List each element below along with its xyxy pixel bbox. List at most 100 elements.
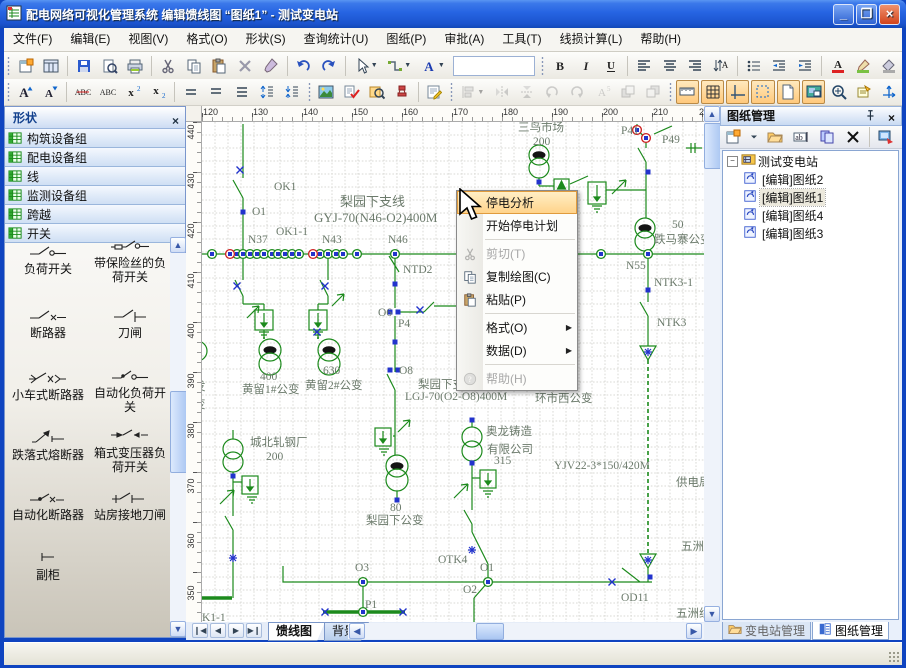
context-menu-item-8[interactable]: 格式(O)▶ <box>457 316 577 339</box>
ruler-toggle-icon[interactable] <box>676 80 699 104</box>
context-menu-item-6[interactable]: 粘贴(P) <box>457 288 577 311</box>
shape-group-5[interactable]: 跨越 <box>5 205 185 224</box>
stencil-item-drop-fuse[interactable]: 跌落式熔断器 <box>9 429 87 462</box>
stencil-item-trolley-breaker[interactable]: 小车式断路器 <box>9 369 87 402</box>
superscript-icon[interactable]: x2 <box>122 80 145 104</box>
open-folder-icon[interactable] <box>763 125 787 149</box>
stencil-item-box-transformer-switch[interactable]: 箱式变压器负荷开关 <box>91 427 169 474</box>
find-drawing-icon[interactable] <box>365 80 388 104</box>
redo-icon[interactable] <box>317 54 341 78</box>
connector-tool-icon[interactable]: ▼ <box>384 54 416 78</box>
align-left-icon[interactable] <box>632 54 656 78</box>
align-shapes-icon[interactable]: ▼ <box>457 80 488 104</box>
substation-view-icon[interactable] <box>874 125 898 149</box>
restore-button[interactable]: ❐ <box>856 4 877 25</box>
rotate-text-icon[interactable]: A5 <box>591 80 614 104</box>
menu-item-9[interactable]: 工具(T) <box>493 29 550 50</box>
stencil-item-auto-breaker[interactable]: 自动化断路器 <box>9 489 87 522</box>
paste-icon[interactable] <box>208 54 232 78</box>
format-painter-icon[interactable] <box>259 54 283 78</box>
menu-item-8[interactable]: 审批(A) <box>435 29 493 50</box>
line-color-icon[interactable] <box>852 54 876 78</box>
toolbar-grip[interactable] <box>7 82 10 102</box>
rotate-right-icon[interactable] <box>566 80 589 104</box>
flip-horizontal-icon[interactable] <box>490 80 513 104</box>
save-icon[interactable] <box>72 54 96 78</box>
font-combo[interactable] <box>453 56 536 76</box>
menu-item-4[interactable]: 格式(O) <box>177 29 236 50</box>
bullets-icon[interactable] <box>742 54 766 78</box>
title-bar[interactable]: 配电网络可视化管理系统 编辑馈线图 “图纸1” - 测试变电站 _ ❐ × <box>0 0 906 28</box>
scroll-left-icon[interactable]: ◀ <box>349 623 365 639</box>
approve-check-icon[interactable] <box>340 80 363 104</box>
italic-icon[interactable]: I <box>574 54 598 78</box>
print-icon[interactable] <box>124 54 148 78</box>
context-menu-item-5[interactable]: 复制绘图(C) <box>457 265 577 288</box>
feeder-diagram[interactable]: 三鸟市场200P41P49OK1O1OK1-1N37N43N46NTD2梨园下支… <box>202 122 704 622</box>
scroll-down-icon[interactable]: ▼ <box>170 621 186 637</box>
marquee-toggle-icon[interactable] <box>751 80 774 104</box>
delete-icon[interactable] <box>233 54 257 78</box>
stencil-item-fused-load-switch[interactable]: 带保险丝的负荷开关 <box>91 237 169 284</box>
abc-icon[interactable]: ABC <box>97 80 120 104</box>
undo-icon[interactable] <box>292 54 316 78</box>
overview-toggle-icon[interactable] <box>802 80 825 104</box>
tree-item-drawing-1[interactable]: [编辑]图纸2 <box>723 171 898 187</box>
menu-item-1[interactable]: 文件(F) <box>4 29 61 50</box>
shape-group-3[interactable]: 线 <box>5 167 185 186</box>
grid-toggle-icon[interactable] <box>701 80 724 104</box>
stencil-item-station-ground-knife[interactable]: 站房接地刀闸 <box>91 489 169 522</box>
underline-icon[interactable]: U <box>600 54 624 78</box>
line-spacing1-icon[interactable] <box>179 80 202 104</box>
bring-forward-icon[interactable] <box>616 80 639 104</box>
pointer-tool-icon[interactable]: ▼ <box>350 54 382 78</box>
menu-item-7[interactable]: 图纸(P) <box>377 29 435 50</box>
menu-item-3[interactable]: 视图(V) <box>119 29 177 50</box>
tree-item-drawing-4[interactable]: [编辑]图纸3 <box>723 225 898 241</box>
minimize-button[interactable]: _ <box>833 4 854 25</box>
font-color-icon[interactable]: A <box>826 54 850 78</box>
toolbar-grip[interactable] <box>450 82 453 102</box>
line-spacing2-icon[interactable] <box>205 80 228 104</box>
menu-item-2[interactable]: 编辑(E) <box>61 29 119 50</box>
increase-indent-icon[interactable] <box>793 54 817 78</box>
decrease-indent-icon[interactable] <box>768 54 792 78</box>
space-above-icon[interactable] <box>255 80 278 104</box>
panel-tab-substation-manage[interactable]: 变电站管理 <box>722 622 811 640</box>
edit-note-icon[interactable] <box>423 80 446 104</box>
stencil-item-aux-cabinet[interactable]: 副柜 <box>9 549 87 582</box>
strikethrough-icon[interactable]: ABC <box>71 80 94 104</box>
print-preview-icon[interactable] <box>98 54 122 78</box>
guides-toggle-icon[interactable] <box>726 80 749 104</box>
canvas-vertical-scrollbar[interactable]: ▲ ▼ <box>704 106 720 622</box>
canvas-horizontal-scrollbar[interactable] <box>348 623 704 639</box>
dropdown-icon[interactable] <box>747 125 761 149</box>
toolbar-grip[interactable] <box>541 56 544 76</box>
page-break-toggle-icon[interactable] <box>777 80 800 104</box>
new-drawing-icon[interactable] <box>721 125 745 149</box>
fill-color-icon[interactable] <box>877 54 901 78</box>
menu-item-11[interactable]: 帮助(H) <box>631 29 690 50</box>
flip-vertical-icon[interactable] <box>515 80 538 104</box>
stencil-item-auto-load-switch[interactable]: 自动化负荷开关 <box>91 367 169 414</box>
resize-grip[interactable] <box>888 651 900 663</box>
next-page-icon[interactable]: ▶ <box>228 623 244 638</box>
vertical-text-icon[interactable]: A <box>709 54 733 78</box>
bold-icon[interactable]: B <box>548 54 572 78</box>
toolbar-grip[interactable] <box>7 56 10 76</box>
shape-group-1[interactable]: 构筑设备组 <box>5 129 185 148</box>
align-center-icon[interactable] <box>658 54 682 78</box>
menu-item-6[interactable]: 查询统计(U) <box>295 29 378 50</box>
align-right-icon[interactable] <box>684 54 708 78</box>
toolbar-grip[interactable] <box>669 82 672 102</box>
zoom-tool-icon[interactable] <box>827 80 850 104</box>
tree-root-substation[interactable]: −测试变电站 <box>723 153 898 169</box>
stencil-item-breaker[interactable]: 断路器 <box>9 307 87 340</box>
grow-font-icon[interactable]: A <box>14 80 37 104</box>
delete-x-icon[interactable] <box>841 125 865 149</box>
shape-group-2[interactable]: 配电设备组 <box>5 148 185 167</box>
connector-points-icon[interactable] <box>878 80 901 104</box>
menu-item-5[interactable]: 形状(S) <box>237 29 295 50</box>
stamp-icon[interactable] <box>390 80 413 104</box>
menu-item-10[interactable]: 线损计算(L) <box>551 29 632 50</box>
